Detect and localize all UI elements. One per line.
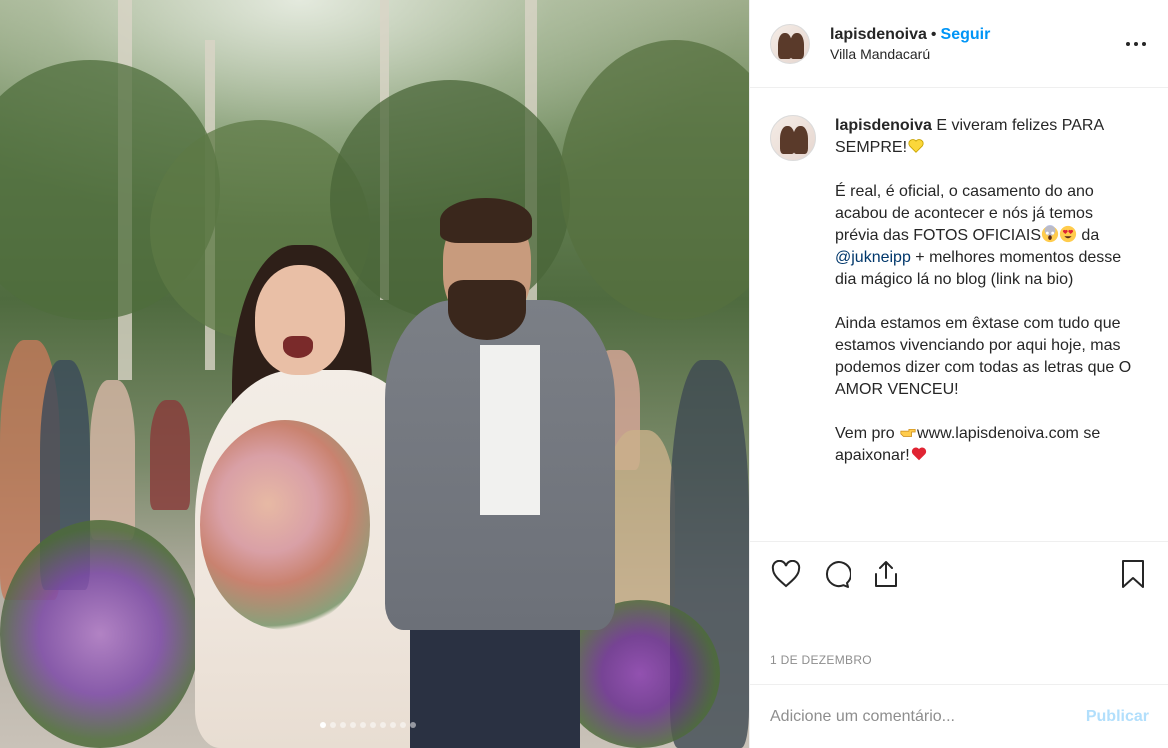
carousel-dot[interactable]: [350, 722, 356, 728]
carousel-indicator: [320, 722, 416, 728]
groom-hair: [440, 198, 532, 243]
yellow-heart-icon: [908, 139, 924, 153]
post-actions: [750, 541, 1168, 606]
groom-beard: [448, 280, 526, 340]
save-bookmark-icon[interactable]: [1117, 558, 1149, 590]
like-heart-icon[interactable]: [770, 558, 802, 590]
carousel-dot[interactable]: [390, 722, 396, 728]
mention-link[interactable]: @jukneipp: [835, 249, 911, 266]
carousel-dot[interactable]: [360, 722, 366, 728]
comment-box: Adicione um comentário... Publicar: [750, 684, 1168, 748]
carousel-dot[interactable]: [400, 722, 406, 728]
post-caption: lapisdenoiva E viveram felizes PARA SEMP…: [750, 88, 1168, 540]
post-frame: lapisdenoiva • Seguir Villa Mandacarú lapi…: [0, 0, 1168, 748]
post-photo[interactable]: [0, 0, 749, 748]
post-header: lapisdenoiva • Seguir Villa Mandacarú: [750, 0, 1168, 88]
bride-face: [255, 265, 345, 375]
publish-button[interactable]: Publicar: [1086, 708, 1149, 726]
comment-input[interactable]: Adicione um comentário...: [770, 708, 1086, 726]
caption-paragraph-3: Ainda estamos em êxtase com tudo que est…: [835, 315, 1132, 398]
caption-avatar[interactable]: [770, 115, 816, 161]
caption-paragraph-4a: Vem pro: [835, 425, 900, 442]
location-link[interactable]: Villa Mandacarú: [830, 46, 990, 62]
comment-bubble-icon[interactable]: [820, 558, 852, 590]
caption-paragraph-2b: da: [1076, 227, 1100, 244]
caption-username[interactable]: lapisdenoiva: [835, 117, 932, 134]
carousel-dot[interactable]: [370, 722, 376, 728]
red-heart-icon: [911, 447, 926, 461]
heart-eyes-face-icon: [1059, 225, 1077, 243]
post-date[interactable]: 1 de dezembro: [770, 653, 872, 667]
pointing-right-hand-icon: [900, 428, 916, 437]
carousel-dot[interactable]: [320, 722, 326, 728]
screaming-face-icon: [1041, 225, 1059, 243]
carousel-dot[interactable]: [410, 722, 416, 728]
bride-mouth: [283, 336, 313, 358]
groom-shirt: [480, 345, 540, 515]
avatar[interactable]: [770, 23, 810, 64]
username-link[interactable]: lapisdenoiva: [830, 26, 927, 43]
follow-button[interactable]: Seguir: [941, 26, 991, 43]
more-options-icon[interactable]: [1126, 34, 1146, 54]
separator-dot: •: [930, 26, 937, 43]
carousel-dot[interactable]: [340, 722, 346, 728]
share-upload-icon[interactable]: [870, 558, 902, 590]
bouquet: [200, 420, 370, 630]
carousel-dot[interactable]: [380, 722, 386, 728]
post-side-panel: lapisdenoiva • Seguir Villa Mandacarú lapi…: [749, 0, 1168, 748]
carousel-dot[interactable]: [330, 722, 336, 728]
